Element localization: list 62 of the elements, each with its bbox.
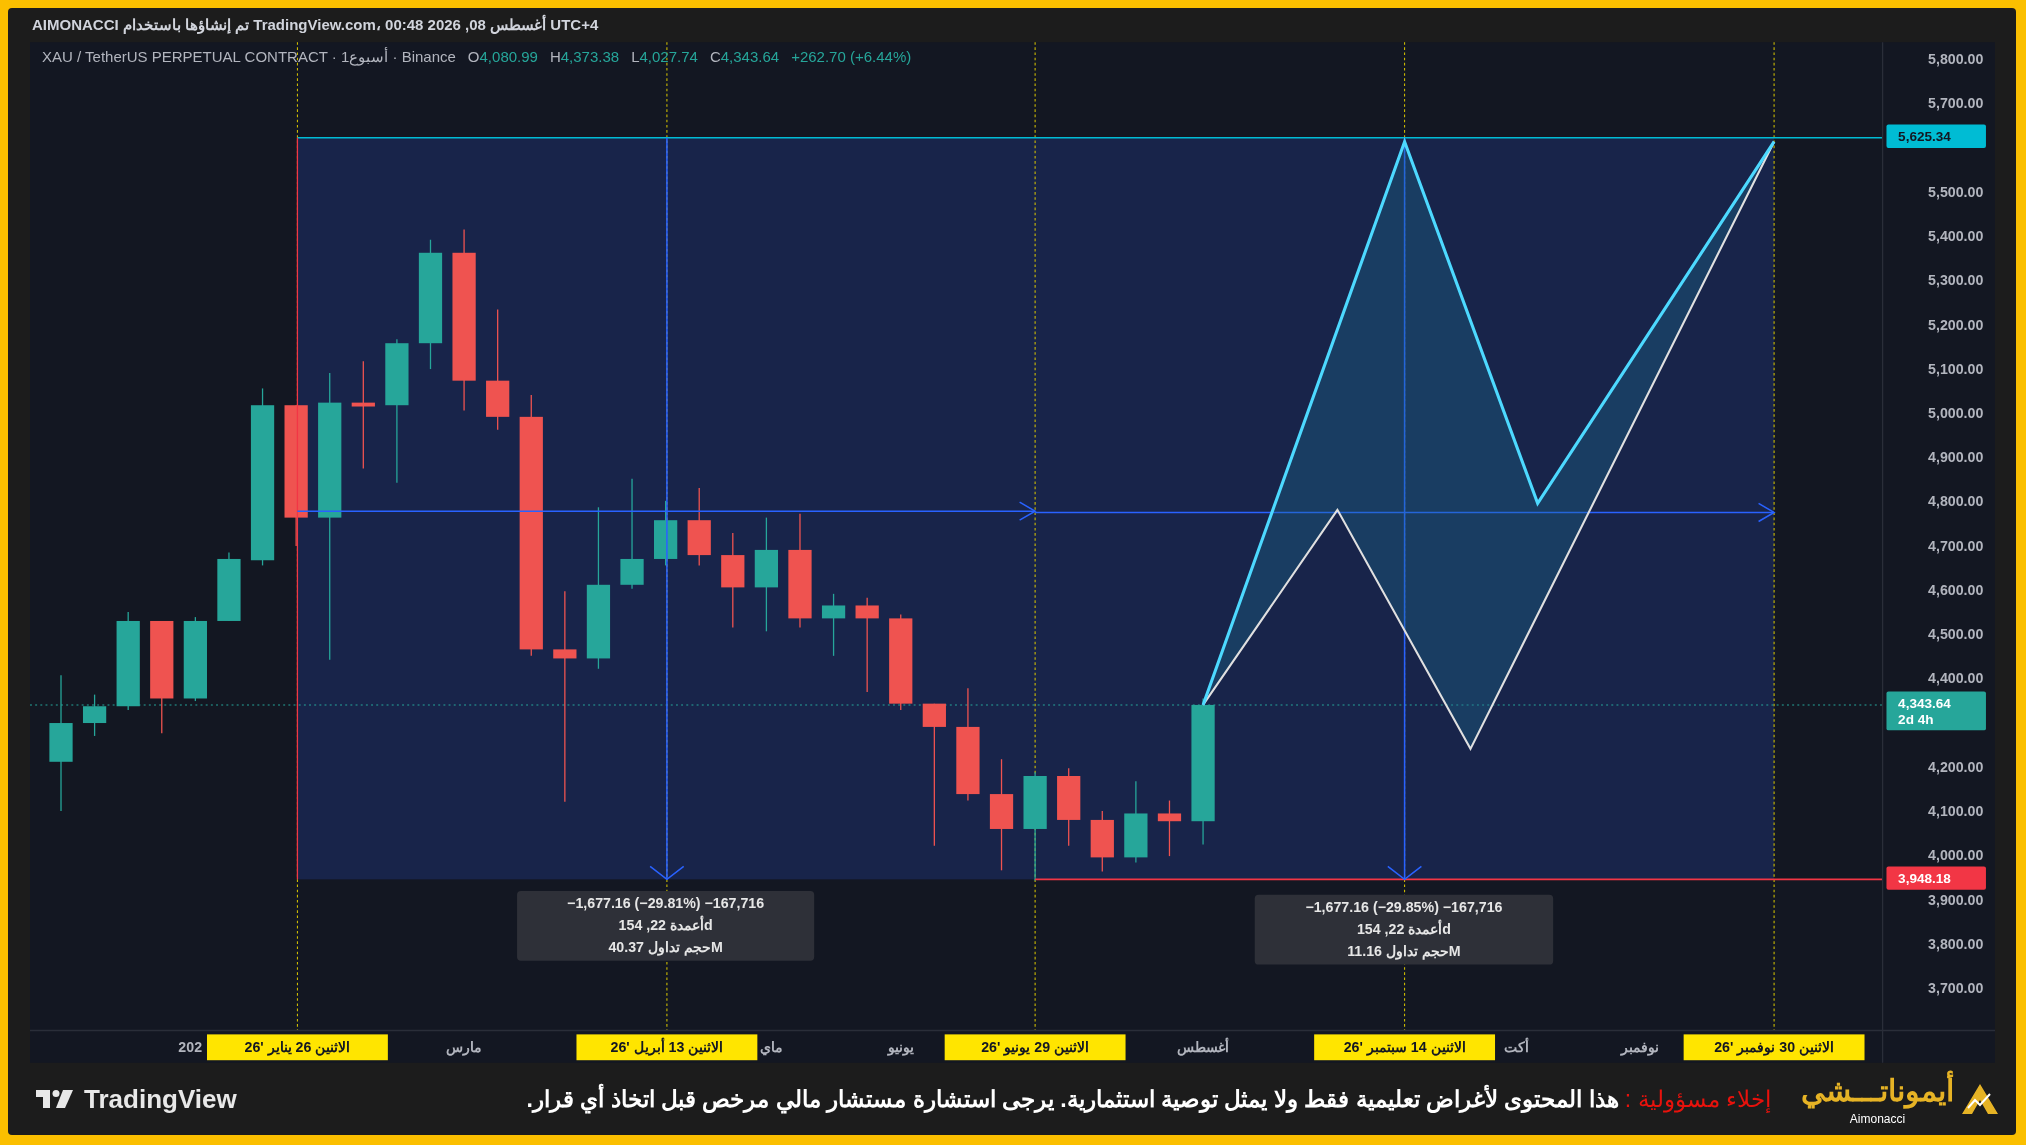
price-tick: 4,900.00 <box>1928 449 1984 466</box>
price-tick: 5,300.00 <box>1928 272 1984 289</box>
price-tick: 4,600.00 <box>1928 582 1984 598</box>
logo-latin-name: Aimonacci <box>1849 1111 1906 1128</box>
price-tick: 3,700.00 <box>1928 980 1984 997</box>
price-tick: 4,500.00 <box>1928 626 1984 643</box>
price-tick: 4,800.00 <box>1928 493 1984 510</box>
symbol-title: XAU / TetherUS PERPETUAL CONTRACT · 1أسبوع · Binance <box>42 48 456 66</box>
date-marker-text: الاثنين 30 نوفمبر '26 <box>1714 1039 1834 1056</box>
price-tick: 4,700.00 <box>1928 537 1984 554</box>
measure-text: حجم تداول 40.37M <box>608 938 723 955</box>
price-tick: 5,400.00 <box>1928 228 1984 245</box>
disclaimer-label: إخلاء مسؤولية : <box>1624 1085 1771 1113</box>
price-tick: 3,800.00 <box>1928 935 1984 952</box>
ohlc-reading: O4,080.99 <box>467 48 538 65</box>
price-badge-text: 3,948.18 <box>1898 871 1951 887</box>
change-value: +262.70 (+6.44%) <box>791 48 912 65</box>
time-label: يونيو <box>887 1039 914 1056</box>
date-marker-text: الاثنين 14 سبتمبر '26 <box>1343 1039 1466 1056</box>
measure-text: −1,677.16 (−29.85%) −167,716 <box>1305 898 1503 915</box>
ohlc-reading: C4,343.64 <box>709 48 780 65</box>
price-tick: 5,800.00 <box>1928 51 1984 68</box>
price-tick: 4,100.00 <box>1928 803 1984 820</box>
price-tick: 5,700.00 <box>1928 95 1984 112</box>
measure-text: أعمدة 22, 154d <box>618 916 713 933</box>
logo-icon <box>36 1090 74 1108</box>
price-badge-text: 5,625.34 <box>1898 129 1951 145</box>
price-tick: 5,000.00 <box>1928 405 1984 422</box>
price-tick: 5,100.00 <box>1928 360 1984 377</box>
price-tick: 4,000.00 <box>1928 847 1984 864</box>
candle <box>1157 799 1182 857</box>
price-tick: 5,500.00 <box>1928 183 1984 200</box>
time-label: أغسطس <box>1177 1039 1230 1056</box>
mountain-logo-icon <box>1960 1082 2000 1116</box>
countdown-text: 2d 4h <box>1898 711 1934 727</box>
price-badge-text: 4,343.64 <box>1898 696 1951 712</box>
measure-text: أعمدة 22, 154d <box>1356 920 1451 937</box>
time-label: ماي <box>760 1039 784 1056</box>
date-marker-text: الاثنين 13 أبريل '26 <box>610 1039 724 1056</box>
time-label: 202 <box>178 1039 203 1056</box>
brand-name: TradingView <box>84 1083 237 1115</box>
logo-name: أيموناتـــشي <box>1801 1070 1954 1112</box>
date-marker-text: الاثنين 26 يناير '26 <box>244 1039 351 1056</box>
price-tick: 4,200.00 <box>1928 758 1984 775</box>
price-tick: 4,400.00 <box>1928 670 1984 687</box>
candle <box>821 593 846 657</box>
disclaimer-text: هذا المحتوى لأغراض تعليمية فقط ولا يمثل توصية استثمارية. يرجى استشارة مستشار مالي مرخص قبل اتخاذ أي قرار. <box>526 1085 1619 1113</box>
candle <box>82 693 107 737</box>
time-label: مارس <box>446 1039 483 1056</box>
time-label: نوفمبر <box>1620 1039 1659 1056</box>
measure-text: −1,677.16 (−29.81%) −167,716 <box>567 894 765 911</box>
candle <box>654 500 678 567</box>
price-tick: 5,200.00 <box>1928 316 1984 333</box>
ohlc-reading: L4,027.74 <box>631 48 698 65</box>
price-tick: 3,900.00 <box>1928 891 1984 908</box>
candle <box>217 551 241 622</box>
chart-header-text: AIMONACCI تم إنشاؤها باستخدام TradingView.com، 00:48 2026 ,08 أغسطس UTC+4 <box>31 13 600 36</box>
candle <box>1090 810 1114 873</box>
ohlc-reading: H4,373.38 <box>549 48 620 65</box>
time-label: أكت <box>1504 1039 1530 1056</box>
date-marker-text: الاثنين 29 يونيو '26 <box>981 1039 1090 1056</box>
measure-text: حجم تداول 11.16M <box>1347 942 1461 959</box>
